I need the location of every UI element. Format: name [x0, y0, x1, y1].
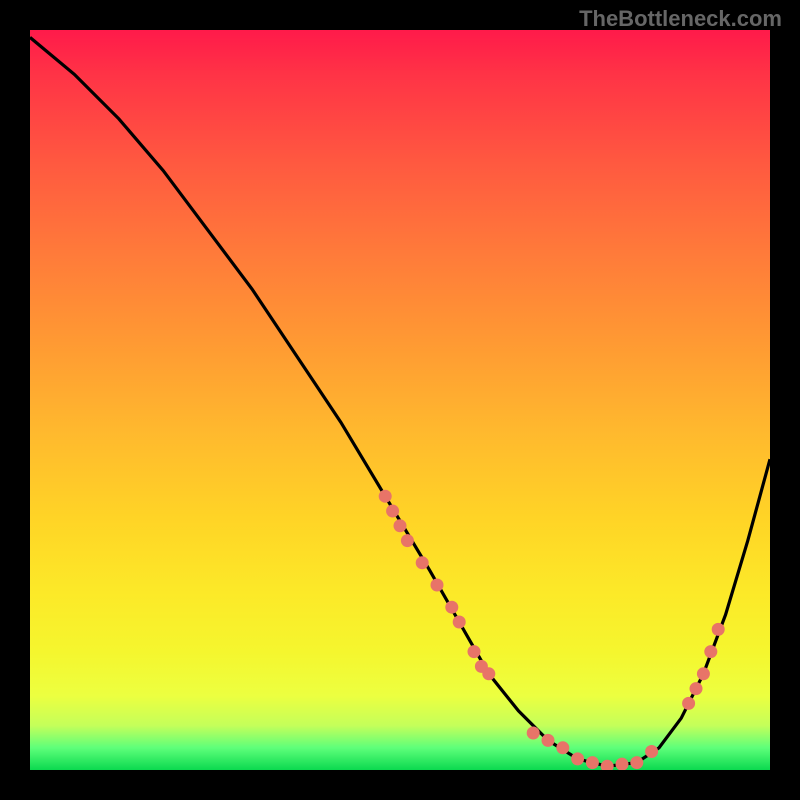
watermark-text: TheBottleneck.com: [579, 6, 782, 32]
data-marker: [468, 645, 481, 658]
data-marker: [682, 697, 695, 710]
chart-svg-layer: [30, 30, 770, 770]
data-marker: [394, 519, 407, 532]
bottleneck-curve-path: [30, 37, 770, 766]
data-marker: [416, 556, 429, 569]
data-marker: [704, 645, 717, 658]
data-marker: [601, 760, 614, 770]
data-marker: [712, 623, 725, 636]
data-marker: [630, 756, 643, 769]
chart-plot-area: [30, 30, 770, 770]
data-marker: [571, 752, 584, 765]
data-marker: [386, 505, 399, 518]
bottleneck-curve-line: [30, 37, 770, 766]
data-marker: [431, 579, 444, 592]
data-marker: [527, 727, 540, 740]
data-marker: [645, 745, 658, 758]
data-marker: [453, 616, 466, 629]
data-marker: [445, 601, 458, 614]
data-marker: [556, 741, 569, 754]
data-marker: [616, 758, 629, 770]
data-marker: [379, 490, 392, 503]
data-marker: [690, 682, 703, 695]
data-marker: [542, 734, 555, 747]
data-marker: [586, 756, 599, 769]
data-marker: [482, 667, 495, 680]
data-marker: [401, 534, 414, 547]
data-marker: [697, 667, 710, 680]
